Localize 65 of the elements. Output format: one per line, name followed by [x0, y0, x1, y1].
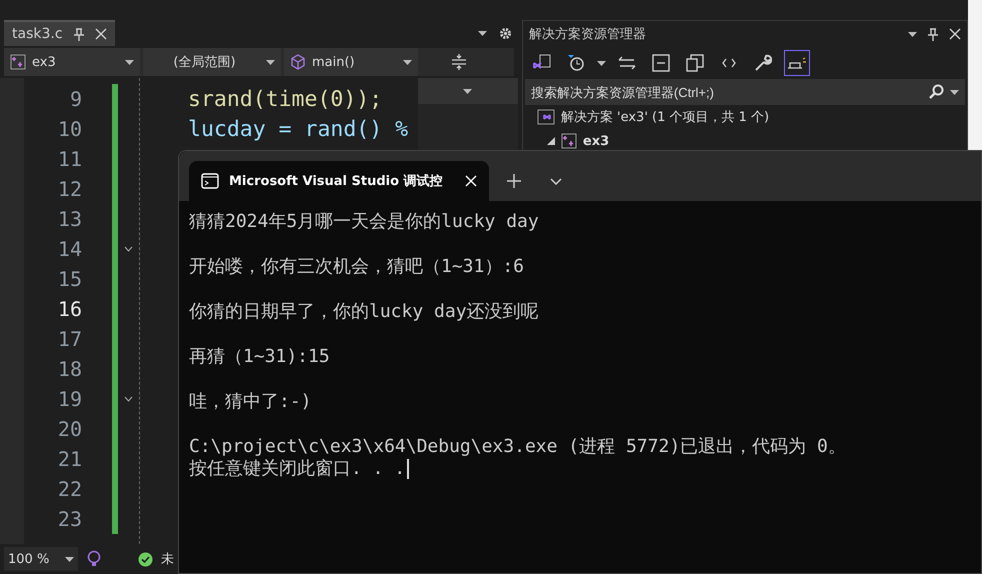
pin-icon[interactable] [927, 28, 940, 40]
settings-icon[interactable] [498, 26, 512, 40]
close-icon[interactable] [949, 28, 962, 40]
console-output-line: 哇，猜中了:-) [189, 391, 312, 413]
pin-icon[interactable] [72, 28, 85, 40]
line-number: 12 [56, 176, 83, 203]
line-number: 19 [56, 386, 83, 413]
search-field[interactable]: 搜索解决方案资源管理器(Ctrl+;) [524, 79, 922, 105]
console-output-line: 开始喽，你有三次机会，猜吧（1~31）:6 [189, 256, 524, 278]
close-icon[interactable] [94, 28, 107, 40]
split-icon[interactable] [451, 53, 467, 71]
caret-icon [125, 60, 134, 64]
line-number: 15 [56, 266, 83, 293]
fold-icon[interactable] [124, 396, 133, 402]
file-tab[interactable]: task3.c [4, 20, 115, 46]
project-icon [10, 54, 26, 70]
tree-item[interactable]: 解决方案 'ex3' (1 个项目，共 1 个) [560, 108, 770, 126]
chevron-down-icon [550, 178, 562, 184]
console-output-line: 猜猜2024年5月哪一天会是你的lucky day [189, 211, 539, 233]
caret-icon [65, 556, 74, 562]
code-line: srand(time(0)); [188, 86, 382, 112]
console-output-line: 按任意键关闭此窗口. . . [189, 458, 406, 480]
line-number: 11 [56, 146, 83, 173]
plus-icon [507, 174, 521, 188]
solution-icon [536, 109, 555, 125]
caret-icon [596, 60, 606, 66]
console-output-line: C:\project\c\ex3\x64\Debug\ex3.exe (进程 5772)已退出，代码为 0。 [189, 436, 846, 458]
line-number: 14 [56, 236, 83, 263]
tree-item[interactable]: ex3 [582, 134, 610, 148]
line-number: 23 [56, 506, 83, 533]
caret-icon [403, 60, 412, 64]
check-icon [138, 552, 153, 566]
member-dropdown[interactable]: main() [284, 48, 418, 76]
project-icon [560, 133, 577, 149]
panel-title: 解决方案资源管理器 [528, 26, 647, 43]
search-icon [928, 84, 944, 100]
caret-icon [478, 30, 487, 36]
caret-icon [950, 90, 960, 94]
fold-icon[interactable] [124, 246, 133, 252]
console-output-line: 再猜（1~31):15 [189, 346, 330, 368]
preview-icon[interactable] [784, 50, 810, 76]
line-number: 18 [56, 356, 83, 383]
zoom-dropdown[interactable]: 100 % [4, 547, 78, 571]
line-number: 10 [56, 116, 83, 143]
caret-icon [908, 32, 918, 36]
lightbulb-icon[interactable] [86, 550, 102, 568]
cube-icon [290, 54, 306, 70]
console-tab[interactable]: Microsoft Visual Studio 调试控 [189, 161, 489, 201]
scope-dropdown[interactable]: (全局范围) [143, 48, 281, 76]
line-number: 13 [56, 206, 83, 233]
expand-arrow-icon[interactable] [546, 137, 555, 145]
project-dropdown[interactable]: ex3 [4, 48, 140, 76]
line-number: 21 [56, 446, 83, 473]
issues-status[interactable]: 未 [161, 550, 174, 568]
line-number: 9 [68, 86, 83, 113]
line-number: 20 [56, 416, 83, 443]
terminal-icon [201, 173, 219, 189]
line-number: 22 [56, 476, 83, 503]
console-output-line: 你猜的日期早了，你的lucky day还没到呢 [189, 301, 539, 323]
caret-icon [266, 60, 275, 64]
caret-icon [463, 88, 472, 94]
search-button[interactable] [922, 79, 966, 105]
code-line: lucday = rand() % [188, 116, 408, 142]
line-number: 16 [56, 296, 83, 323]
line-number: 17 [56, 326, 83, 353]
